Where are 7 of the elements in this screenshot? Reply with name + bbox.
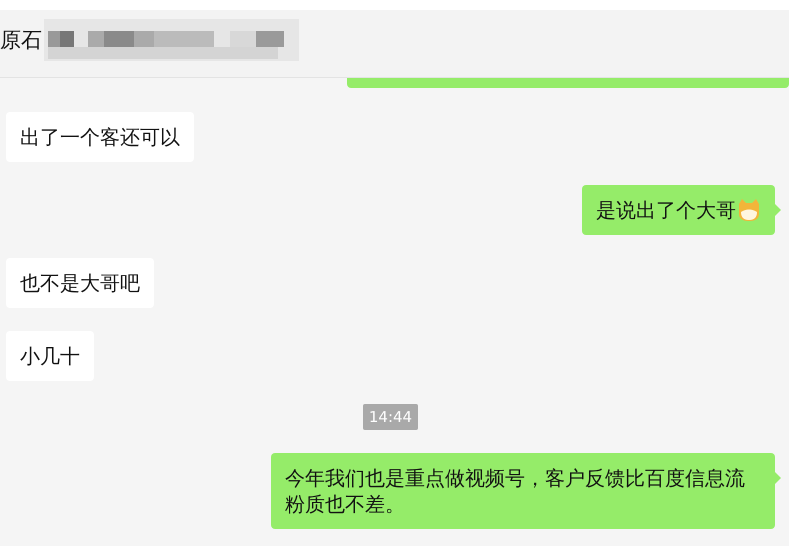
message-bubble: 小几十	[6, 331, 94, 381]
message-bubble: 出了一个客还可以	[6, 112, 194, 162]
bubble-tail	[775, 204, 781, 216]
chat-title: 原石	[0, 26, 42, 54]
message-bubble: 也不是大哥吧	[6, 258, 154, 308]
timestamp: 14:44	[362, 404, 418, 430]
bubble-tail	[775, 472, 781, 484]
